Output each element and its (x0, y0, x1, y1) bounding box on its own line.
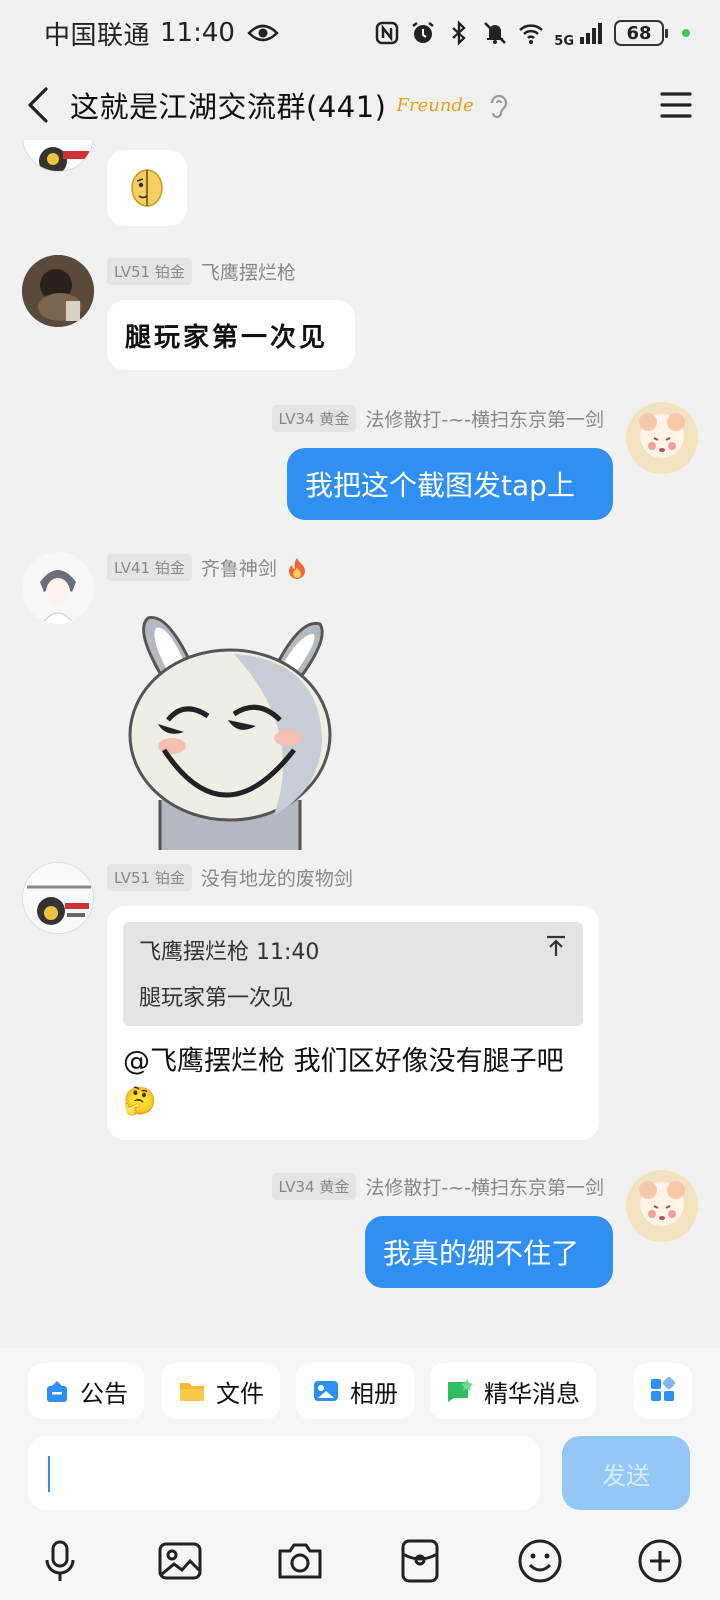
message-text: 我把这个截图发tap上 (305, 469, 575, 502)
input-panel: 公告 文件 相册 精华消息 发送 (0, 1348, 720, 1600)
sender-name[interactable]: 法修散打-~-横扫东京第一剑 (365, 405, 604, 432)
message-text: @飞鹰摆烂枪 我们区好像没有腿子吧🤔 (123, 1046, 564, 1117)
alarm-icon (412, 22, 435, 43)
sender-row: LV51 铂金 飞鹰摆烂枪 (107, 258, 296, 285)
announcement-button[interactable]: 公告 (28, 1363, 144, 1419)
plus-icon[interactable] (635, 1536, 685, 1586)
message-bubble[interactable]: 腿玩家第一次见 (107, 300, 355, 370)
message-bubble[interactable]: 飞鹰摆烂枪 11:40 腿玩家第一次见 @飞鹰摆烂枪 我们区好像没有腿子吧🤔 (107, 906, 599, 1140)
quote-header: 飞鹰摆烂枪 11:40 (139, 940, 320, 965)
files-label: 文件 (216, 1379, 264, 1408)
menu-icon[interactable] (656, 85, 696, 125)
self-avatar[interactable] (626, 1170, 698, 1242)
ear-icon[interactable] (488, 91, 510, 119)
level-badge: LV51 铂金 (107, 864, 192, 891)
carrier-label: 中国联通 (44, 20, 151, 51)
nfc-icon (376, 21, 399, 45)
apps-grid-icon (651, 1377, 676, 1401)
group-badge-logo: Freunde (396, 94, 474, 116)
sender-name[interactable]: 没有地龙的废物剑 (201, 864, 353, 891)
battery-indicator: 68 (614, 20, 668, 46)
toolbar (0, 1526, 720, 1600)
clock: 11:40 (160, 18, 235, 48)
sender-name[interactable]: 齐鲁神剑 (201, 554, 277, 581)
avatar[interactable] (22, 862, 94, 934)
wifi-icon (519, 24, 544, 44)
highlights-label: 精华消息 (484, 1379, 580, 1408)
avatar-image (22, 255, 94, 327)
level-badge: LV34 黄金 (271, 405, 357, 432)
chat-header: 这就是江湖交流群(441) Freunde (0, 70, 720, 140)
fire-icon (288, 557, 305, 579)
thinking-emoji-icon (131, 169, 163, 207)
mute-bell-icon (484, 22, 507, 44)
chevron-left-icon (28, 87, 48, 123)
sender-row: LV51 铂金 没有地龙的废物剑 (107, 864, 353, 891)
album-icon (314, 1381, 338, 1401)
more-apps-button[interactable] (634, 1363, 692, 1419)
level-badge: LV41 铂金 (107, 554, 192, 581)
message-bubble-self[interactable]: 我把这个截图发tap上 (287, 448, 613, 520)
image-icon[interactable] (155, 1536, 205, 1586)
sender-row: LV34 黄金 法修散打-~-横扫东京第一剑 (271, 1173, 604, 1200)
self-avatar[interactable] (626, 402, 698, 474)
message-input[interactable] (28, 1436, 540, 1510)
announcement-label: 公告 (80, 1379, 128, 1408)
microphone-icon[interactable] (35, 1536, 85, 1586)
privacy-dot (682, 29, 690, 37)
quoted-message[interactable]: 飞鹰摆烂枪 11:40 腿玩家第一次见 (123, 922, 583, 1026)
avatar-image (626, 402, 698, 474)
bunny-sticker-icon (128, 615, 332, 850)
album-button[interactable]: 相册 (296, 1363, 414, 1419)
sticker-bubble[interactable] (107, 150, 187, 226)
back-button[interactable] (24, 80, 60, 130)
camera-icon[interactable] (275, 1536, 325, 1586)
album-label: 相册 (350, 1379, 398, 1408)
avatar-image (22, 552, 94, 624)
jump-to-top-icon[interactable] (545, 934, 567, 958)
highlights-button[interactable]: 精华消息 (430, 1363, 596, 1419)
level-badge: LV51 铂金 (107, 258, 192, 285)
status-bar: 中国联通 11:40 5G 68 (0, 0, 720, 66)
sender-row: LV34 黄金 法修散打-~-横扫东京第一剑 (271, 405, 604, 432)
folder-icon (180, 1383, 204, 1401)
level-badge: LV34 黄金 (271, 1173, 357, 1200)
red-packet-icon[interactable] (395, 1536, 445, 1586)
message-list[interactable]: LV51 铂金 飞鹰摆烂枪 腿玩家第一次见 LV34 黄金 法修散打-~-横扫东… (0, 140, 720, 1348)
quote-text: 腿玩家第一次见 (139, 986, 294, 1011)
avatar[interactable] (22, 255, 94, 327)
sender-row: LV41 铂金 齐鲁神剑 (107, 554, 308, 581)
highlights-icon (448, 1379, 473, 1402)
sender-name[interactable]: 法修散打-~-横扫东京第一剑 (365, 1173, 604, 1200)
avatar[interactable] (22, 552, 94, 624)
emoji-icon[interactable] (515, 1536, 565, 1586)
bluetooth-icon (452, 20, 466, 46)
avatar-image (23, 863, 93, 933)
text-cursor (48, 1456, 50, 1492)
announcement-icon (47, 1381, 67, 1402)
group-title[interactable]: 这就是江湖交流群(441) (70, 84, 386, 126)
avatar-image (39, 147, 89, 171)
sender-name[interactable]: 飞鹰摆烂枪 (201, 258, 296, 285)
avatar[interactable] (22, 140, 94, 172)
files-button[interactable]: 文件 (162, 1363, 280, 1419)
message-text: 腿玩家第一次见 (125, 322, 329, 353)
eye-icon (247, 24, 279, 42)
avatar-image (626, 1170, 698, 1242)
network-label: 5G (554, 33, 574, 49)
message-bubble-self[interactable]: 我真的绷不住了 (365, 1216, 613, 1288)
signal-icon (580, 23, 602, 44)
sticker-image[interactable] (124, 610, 336, 850)
send-button[interactable]: 发送 (562, 1436, 690, 1510)
message-text: 我真的绷不住了 (383, 1237, 580, 1270)
